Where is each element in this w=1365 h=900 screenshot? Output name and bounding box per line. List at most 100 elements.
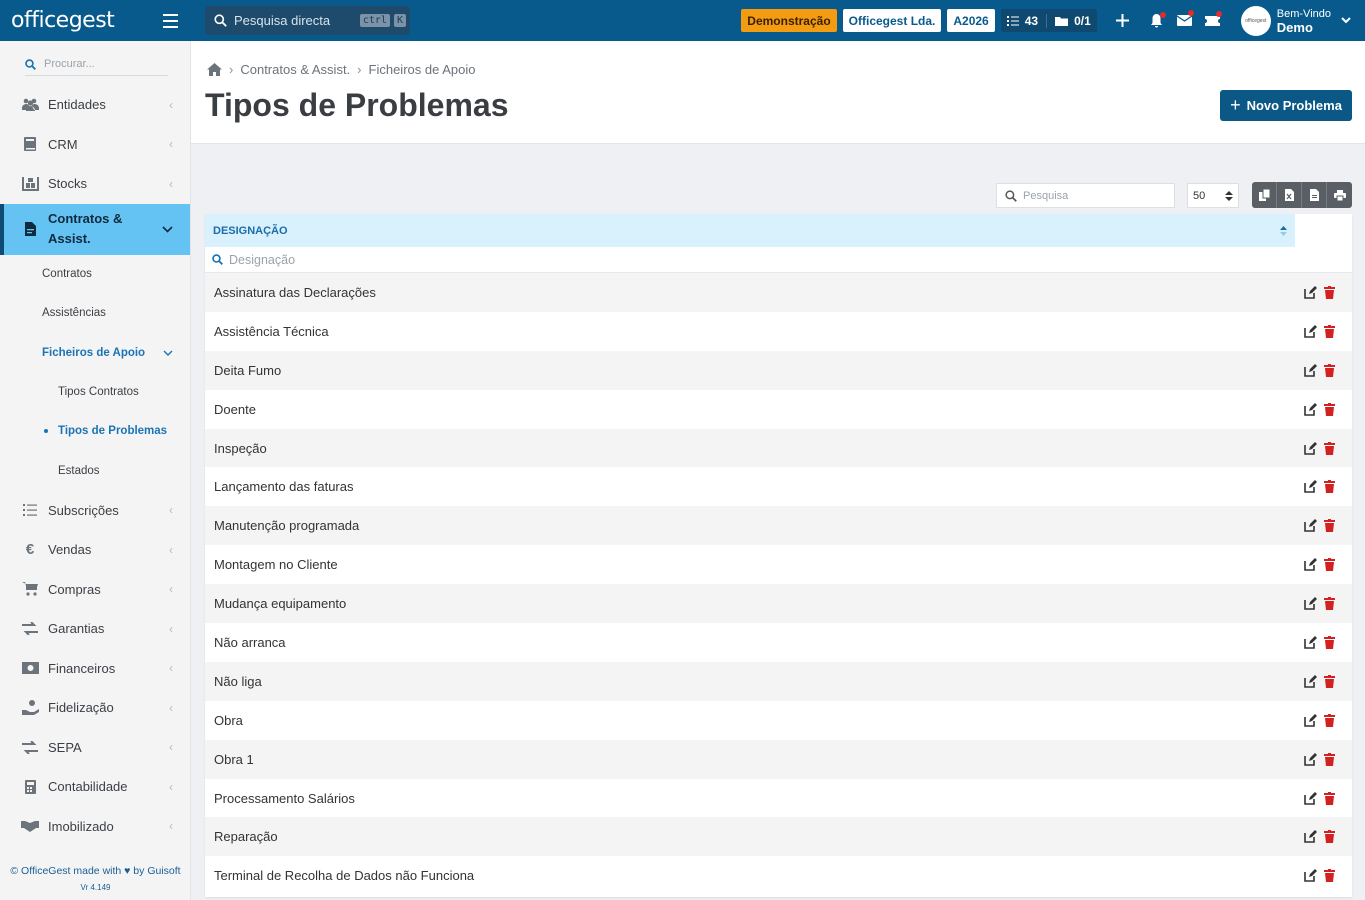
- sidebar-item-crm[interactable]: CRM ‹: [0, 125, 190, 165]
- delete-icon[interactable]: [1320, 750, 1338, 768]
- delete-icon[interactable]: [1320, 867, 1338, 885]
- delete-icon[interactable]: [1320, 439, 1338, 457]
- add-icon[interactable]: [1103, 14, 1143, 27]
- print-button[interactable]: [1327, 182, 1352, 208]
- delete-icon[interactable]: [1320, 361, 1338, 379]
- contract-icon: [21, 220, 39, 238]
- sidebar-item-sepa[interactable]: SEPA ‹: [0, 727, 190, 767]
- sidebar-search-input[interactable]: Procurar...: [44, 58, 95, 70]
- sidebar-sub-label: Assistências: [42, 307, 106, 320]
- demo-badge[interactable]: Demonstração: [741, 9, 837, 32]
- table-search-input[interactable]: Pesquisa: [1023, 190, 1068, 202]
- csv-button[interactable]: [1302, 182, 1327, 208]
- notifications-icon[interactable]: [1143, 11, 1171, 28]
- column-filter-input[interactable]: Designação: [229, 253, 295, 267]
- delete-icon[interactable]: [1320, 595, 1338, 613]
- sidebar-sub-contratos[interactable]: Contratos: [0, 255, 190, 294]
- tickets-icon[interactable]: [1199, 10, 1227, 27]
- edit-icon[interactable]: [1301, 517, 1319, 535]
- chevron-left-icon: ‹: [169, 819, 173, 834]
- table-row[interactable]: Mudança equipamento: [205, 584, 1352, 624]
- page-size-select[interactable]: 50: [1187, 183, 1239, 208]
- sidebar-item-compras[interactable]: Compras ‹: [0, 569, 190, 609]
- delete-icon[interactable]: [1320, 322, 1338, 340]
- sidebar-item-entidades[interactable]: Entidades ‹: [0, 85, 190, 125]
- sidebar-item-contabilidade[interactable]: Contabilidade ‹: [0, 767, 190, 807]
- breadcrumb-item[interactable]: Contratos & Assist.: [240, 62, 350, 77]
- delete-icon[interactable]: [1320, 711, 1338, 729]
- sidebar-item-vendas[interactable]: € Vendas ‹: [0, 530, 190, 570]
- sidebar-sub-tipos-contratos[interactable]: Tipos Contratos: [0, 372, 190, 411]
- footer-credit[interactable]: © OfficeGest made with ♥ by Guisoft: [0, 865, 191, 877]
- table-row[interactable]: Assistência Técnica: [205, 312, 1352, 351]
- table-search[interactable]: Pesquisa: [996, 183, 1175, 208]
- sidebar-sub-tipos-problemas[interactable]: Tipos de Problemas: [0, 412, 190, 451]
- delete-icon[interactable]: [1320, 283, 1338, 301]
- table-row[interactable]: Obra 1: [205, 739, 1352, 779]
- app-logo[interactable]: officegest: [0, 8, 150, 33]
- table-row[interactable]: Lançamento das faturas: [205, 467, 1352, 506]
- delete-icon[interactable]: [1320, 789, 1338, 807]
- edit-icon[interactable]: [1301, 789, 1319, 807]
- new-problem-button[interactable]: + Novo Problema: [1220, 90, 1352, 121]
- delete-icon[interactable]: [1320, 672, 1338, 690]
- sidebar-item-financeiros[interactable]: Financeiros ‹: [0, 648, 190, 688]
- column-header-designacao[interactable]: DESIGNAÇÃO: [205, 214, 1295, 247]
- edit-icon[interactable]: [1301, 478, 1319, 496]
- edit-icon[interactable]: [1301, 556, 1319, 574]
- table-row[interactable]: Manutenção programada: [205, 506, 1352, 546]
- edit-icon[interactable]: [1301, 711, 1319, 729]
- edit-icon[interactable]: [1301, 322, 1319, 340]
- breadcrumb-item[interactable]: Ficheiros de Apoio: [369, 62, 476, 77]
- delete-icon[interactable]: [1320, 633, 1338, 651]
- delete-icon[interactable]: [1320, 517, 1338, 535]
- sidebar-item-garantias[interactable]: Garantias ‹: [0, 609, 190, 649]
- quick-search[interactable]: Pesquisa directa ctrl K: [205, 6, 410, 35]
- copy-button[interactable]: [1252, 182, 1277, 208]
- table-row[interactable]: Inspeção: [205, 428, 1352, 468]
- sidebar-sub-estados[interactable]: Estados: [0, 451, 190, 490]
- sidebar-item-subscricoes[interactable]: Subscrições ‹: [0, 490, 190, 530]
- table-row[interactable]: Montagem no Cliente: [205, 545, 1352, 584]
- sidebar-sub-assistencias[interactable]: Assistências: [0, 294, 190, 333]
- edit-icon[interactable]: [1301, 867, 1319, 885]
- table-row[interactable]: Terminal de Recolha de Dados não Funcion…: [205, 856, 1352, 895]
- delete-icon[interactable]: [1320, 828, 1338, 846]
- hamburger-menu-icon[interactable]: [150, 12, 190, 30]
- excel-button[interactable]: [1277, 182, 1302, 208]
- table-row[interactable]: Reparação: [205, 817, 1352, 857]
- edit-icon[interactable]: [1301, 400, 1319, 418]
- edit-icon[interactable]: [1301, 361, 1319, 379]
- edit-icon[interactable]: [1301, 633, 1319, 651]
- folder-icon: [1055, 17, 1069, 26]
- table-row[interactable]: Obra: [205, 701, 1352, 740]
- messages-icon[interactable]: [1171, 10, 1199, 26]
- table-row[interactable]: Doente: [205, 390, 1352, 429]
- tasks-docs-counter[interactable]: 43 0/1: [1000, 9, 1097, 32]
- sidebar-item-imobilizado[interactable]: Imobilizado ‹: [0, 806, 190, 846]
- sidebar-search[interactable]: Procurar...: [25, 53, 168, 76]
- delete-icon[interactable]: [1320, 400, 1338, 418]
- user-menu[interactable]: officegest Bem-Vindo Demo: [1240, 5, 1351, 36]
- table-row[interactable]: Não liga: [205, 661, 1352, 701]
- sidebar-item-contratos-assist[interactable]: Contratos & Assist.: [0, 203, 190, 255]
- sidebar-sub-ficheiros-apoio[interactable]: Ficheiros de Apoio: [0, 333, 190, 372]
- sidebar-item-stocks[interactable]: Stocks ‹: [0, 164, 190, 204]
- table-row[interactable]: Processamento Salários: [205, 779, 1352, 818]
- sidebar-item-fidelizacao[interactable]: Fidelização ‹: [0, 688, 190, 728]
- table-row[interactable]: Assinatura das Declarações: [205, 273, 1352, 312]
- year-selector[interactable]: A2026: [947, 9, 995, 32]
- table-row[interactable]: Deita Fumo: [205, 350, 1352, 390]
- delete-icon[interactable]: [1320, 556, 1338, 574]
- edit-icon[interactable]: [1301, 283, 1319, 301]
- edit-icon[interactable]: [1301, 439, 1319, 457]
- edit-icon[interactable]: [1301, 672, 1319, 690]
- edit-icon[interactable]: [1301, 750, 1319, 768]
- table-row[interactable]: Não arranca: [205, 623, 1352, 662]
- home-icon[interactable]: [207, 63, 222, 76]
- edit-icon[interactable]: [1301, 595, 1319, 613]
- column-filter[interactable]: Designação: [205, 247, 1352, 273]
- company-selector[interactable]: Officegest Lda.: [842, 9, 942, 32]
- delete-icon[interactable]: [1320, 478, 1338, 496]
- edit-icon[interactable]: [1301, 828, 1319, 846]
